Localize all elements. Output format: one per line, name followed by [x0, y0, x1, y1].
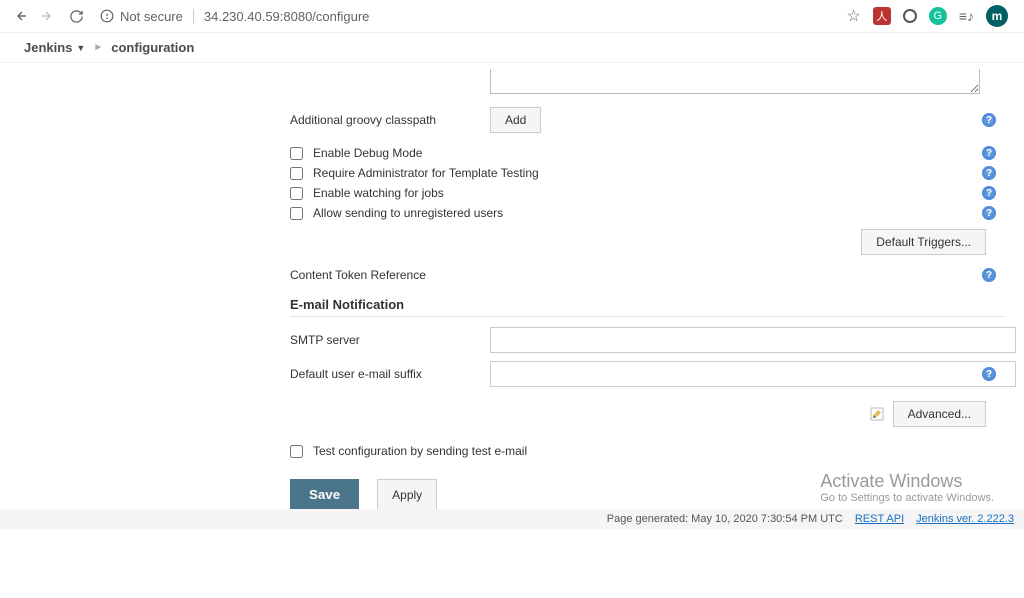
allow-unreg-label: Allow sending to unregistered users [313, 206, 503, 220]
rest-api-link[interactable]: REST API [855, 513, 904, 525]
browser-chrome: Not secure 34.230.40.59:8080/configure ☆… [0, 0, 1024, 33]
debug-label: Enable Debug Mode [313, 146, 422, 160]
help-icon[interactable]: ? [982, 367, 996, 381]
music-icon[interactable]: ≡♪ [959, 8, 974, 24]
help-icon[interactable]: ? [982, 146, 996, 160]
debug-checkbox[interactable] [290, 147, 303, 160]
back-icon[interactable] [8, 4, 32, 28]
footer-generated: Page generated: May 10, 2020 7:30:54 PM … [607, 513, 843, 525]
security-indicator: Not secure [100, 9, 194, 24]
help-icon[interactable]: ? [982, 186, 996, 200]
classpath-label: Additional groovy classpath [290, 113, 490, 127]
star-icon[interactable]: ☆ [846, 6, 860, 26]
edit-icon [869, 406, 885, 422]
suffix-label: Default user e-mail suffix [290, 367, 490, 381]
watch-jobs-checkbox[interactable] [290, 187, 303, 200]
groovy-textarea[interactable] [490, 69, 980, 94]
breadcrumb-jenkins[interactable]: Jenkins ▼ [24, 40, 85, 55]
email-section-header: E-mail Notification [290, 289, 1004, 317]
chevron-right-icon: ► [85, 42, 111, 53]
watermark-sub: Go to Settings to activate Windows. [820, 492, 994, 504]
watermark-title: Activate Windows [820, 471, 994, 492]
content-token-label: Content Token Reference [290, 268, 426, 282]
advanced-button[interactable]: Advanced... [893, 401, 986, 427]
watch-jobs-label: Enable watching for jobs [313, 186, 444, 200]
url-text: 34.230.40.59:8080/configure [194, 9, 370, 24]
test-email-label: Test configuration by sending test e-mai… [313, 444, 527, 458]
avatar[interactable]: m [986, 5, 1008, 27]
forward-icon[interactable] [36, 4, 60, 28]
default-triggers-button[interactable]: Default Triggers... [861, 229, 986, 255]
save-button[interactable]: Save [290, 479, 359, 510]
version-link[interactable]: Jenkins ver. 2.222.3 [916, 513, 1014, 525]
help-icon[interactable]: ? [982, 268, 996, 282]
allow-unreg-checkbox[interactable] [290, 207, 303, 220]
breadcrumb-page[interactable]: configuration [111, 40, 194, 55]
reload-icon[interactable] [64, 4, 88, 28]
circle-extension-icon[interactable] [903, 9, 917, 23]
smtp-input[interactable] [490, 327, 1016, 353]
smtp-label: SMTP server [290, 333, 490, 347]
help-icon[interactable]: ? [982, 113, 996, 127]
windows-watermark: Activate Windows Go to Settings to activ… [820, 471, 994, 504]
address-bar[interactable]: Not secure 34.230.40.59:8080/configure [92, 9, 846, 24]
not-secure-label: Not secure [120, 9, 183, 24]
page-footer: Page generated: May 10, 2020 7:30:54 PM … [0, 509, 1024, 529]
help-icon[interactable]: ? [982, 206, 996, 220]
breadcrumb: Jenkins ▼ ► configuration [0, 33, 1024, 63]
add-button[interactable]: Add [490, 107, 541, 133]
grammarly-extension-icon[interactable]: G [929, 7, 947, 25]
chrome-right-icons: ☆ 人 G ≡♪ m [846, 5, 1016, 27]
require-admin-label: Require Administrator for Template Testi… [313, 166, 539, 180]
require-admin-checkbox[interactable] [290, 167, 303, 180]
apply-button[interactable]: Apply [377, 479, 437, 510]
help-icon[interactable]: ? [982, 166, 996, 180]
pdf-extension-icon[interactable]: 人 [873, 7, 891, 25]
test-email-checkbox[interactable] [290, 445, 303, 458]
suffix-input[interactable] [490, 361, 1016, 387]
